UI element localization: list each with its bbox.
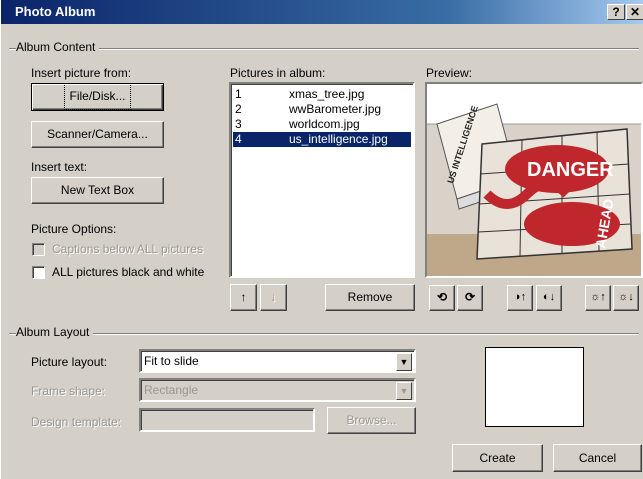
list-item-number: 2 — [235, 102, 242, 116]
album-content-label: Album Content — [16, 40, 100, 54]
album-content-divider — [9, 48, 639, 50]
close-button[interactable]: ✕ — [626, 4, 643, 20]
preview-image: DANGER AHEAD US INTELLIGENCE — [427, 84, 641, 276]
move-down-button[interactable]: ↓ — [260, 284, 287, 311]
help-button[interactable]: ? — [607, 4, 625, 20]
chevron-down-icon[interactable]: ▼ — [396, 353, 412, 371]
black-white-checkbox[interactable] — [32, 266, 45, 279]
list-item-selected[interactable]: 4 us_intelligence.jpg — [233, 132, 411, 147]
frame-shape-label: Frame shape: — [31, 384, 106, 398]
title-bar[interactable]: Photo Album ? ✕ — [1, 0, 643, 24]
frame-shape-value: Rectangle — [144, 383, 199, 397]
list-item-number: 4 — [235, 132, 242, 146]
list-item-name: wwBarometer.jpg — [289, 102, 382, 116]
remove-button[interactable]: Remove — [325, 284, 415, 311]
chevron-down-icon[interactable]: ▼ — [396, 382, 412, 400]
captions-checkbox[interactable] — [32, 243, 45, 256]
picture-layout-select[interactable]: Fit to slide ▼ — [139, 349, 416, 373]
insert-from-label: Insert picture from: — [31, 66, 132, 80]
album-layout-divider — [9, 333, 639, 335]
brightness-up-icon: ☼↑ — [590, 291, 606, 303]
contrast-up-icon: ◑↑ — [513, 291, 527, 303]
cancel-button[interactable]: Cancel — [553, 444, 642, 472]
file-disk-button[interactable]: File/Disk... — [31, 83, 164, 111]
picture-layout-label: Picture layout: — [31, 355, 108, 369]
picture-options-label: Picture Options: — [31, 222, 117, 236]
scanner-camera-button[interactable]: Scanner/Camera... — [31, 121, 164, 148]
brightness-up-button[interactable]: ☼↑ — [585, 285, 611, 311]
list-item-name: xmas_tree.jpg — [289, 87, 365, 101]
contrast-down-icon: ◐↓ — [542, 291, 556, 303]
list-item-name: worldcom.jpg — [289, 117, 360, 131]
photo-album-dialog: Photo Album ? ✕ Album Content Insert pic… — [0, 0, 643, 479]
rotate-right-icon: ⟳ — [464, 290, 476, 304]
new-text-box-button[interactable]: New Text Box — [31, 177, 164, 204]
preview-label: Preview: — [426, 66, 473, 80]
list-item-number: 3 — [235, 117, 242, 131]
design-template-field[interactable] — [139, 408, 315, 432]
preview-pane: DANGER AHEAD US INTELLIGENCE — [425, 82, 643, 278]
rotate-right-button[interactable]: ⟳ — [457, 285, 483, 311]
list-item[interactable]: 1 xmas_tree.jpg — [233, 87, 411, 102]
file-disk-button-label: File/Disk... — [64, 83, 131, 110]
contrast-down-button[interactable]: ◐↓ — [536, 285, 562, 311]
rotate-left-icon: ⟲ — [436, 290, 448, 304]
black-white-option-label: ALL pictures black and white — [52, 265, 205, 279]
list-item-name: us_intelligence.jpg — [289, 132, 388, 146]
album-layout-label: Album Layout — [16, 325, 94, 339]
rotate-left-button[interactable]: ⟲ — [429, 285, 455, 311]
insert-text-label: Insert text: — [31, 160, 88, 174]
contrast-up-button[interactable]: ◑↑ — [507, 285, 533, 311]
picture-layout-value: Fit to slide — [144, 354, 199, 368]
frame-shape-select[interactable]: Rectangle ▼ — [139, 378, 416, 402]
design-template-label: Design template: — [31, 415, 122, 429]
list-item[interactable]: 2 wwBarometer.jpg — [233, 102, 411, 117]
brightness-down-button[interactable]: ☼↓ — [613, 285, 639, 311]
preview-sign-text: DANGER — [527, 159, 614, 181]
captions-option-label: Captions below ALL pictures — [52, 242, 203, 256]
browse-button[interactable]: Browse... — [327, 407, 416, 434]
dialog-title: Photo Album — [15, 4, 96, 19]
pictures-list[interactable]: 1 xmas_tree.jpg 2 wwBarometer.jpg 3 worl… — [229, 82, 415, 278]
layout-preview — [485, 347, 584, 427]
pictures-in-album-label: Pictures in album: — [230, 66, 326, 80]
create-button[interactable]: Create — [452, 444, 543, 472]
brightness-down-icon: ☼↓ — [618, 291, 634, 303]
list-item-number: 1 — [235, 87, 242, 101]
move-up-button[interactable]: ↑ — [230, 284, 257, 311]
list-item[interactable]: 3 worldcom.jpg — [233, 117, 411, 132]
